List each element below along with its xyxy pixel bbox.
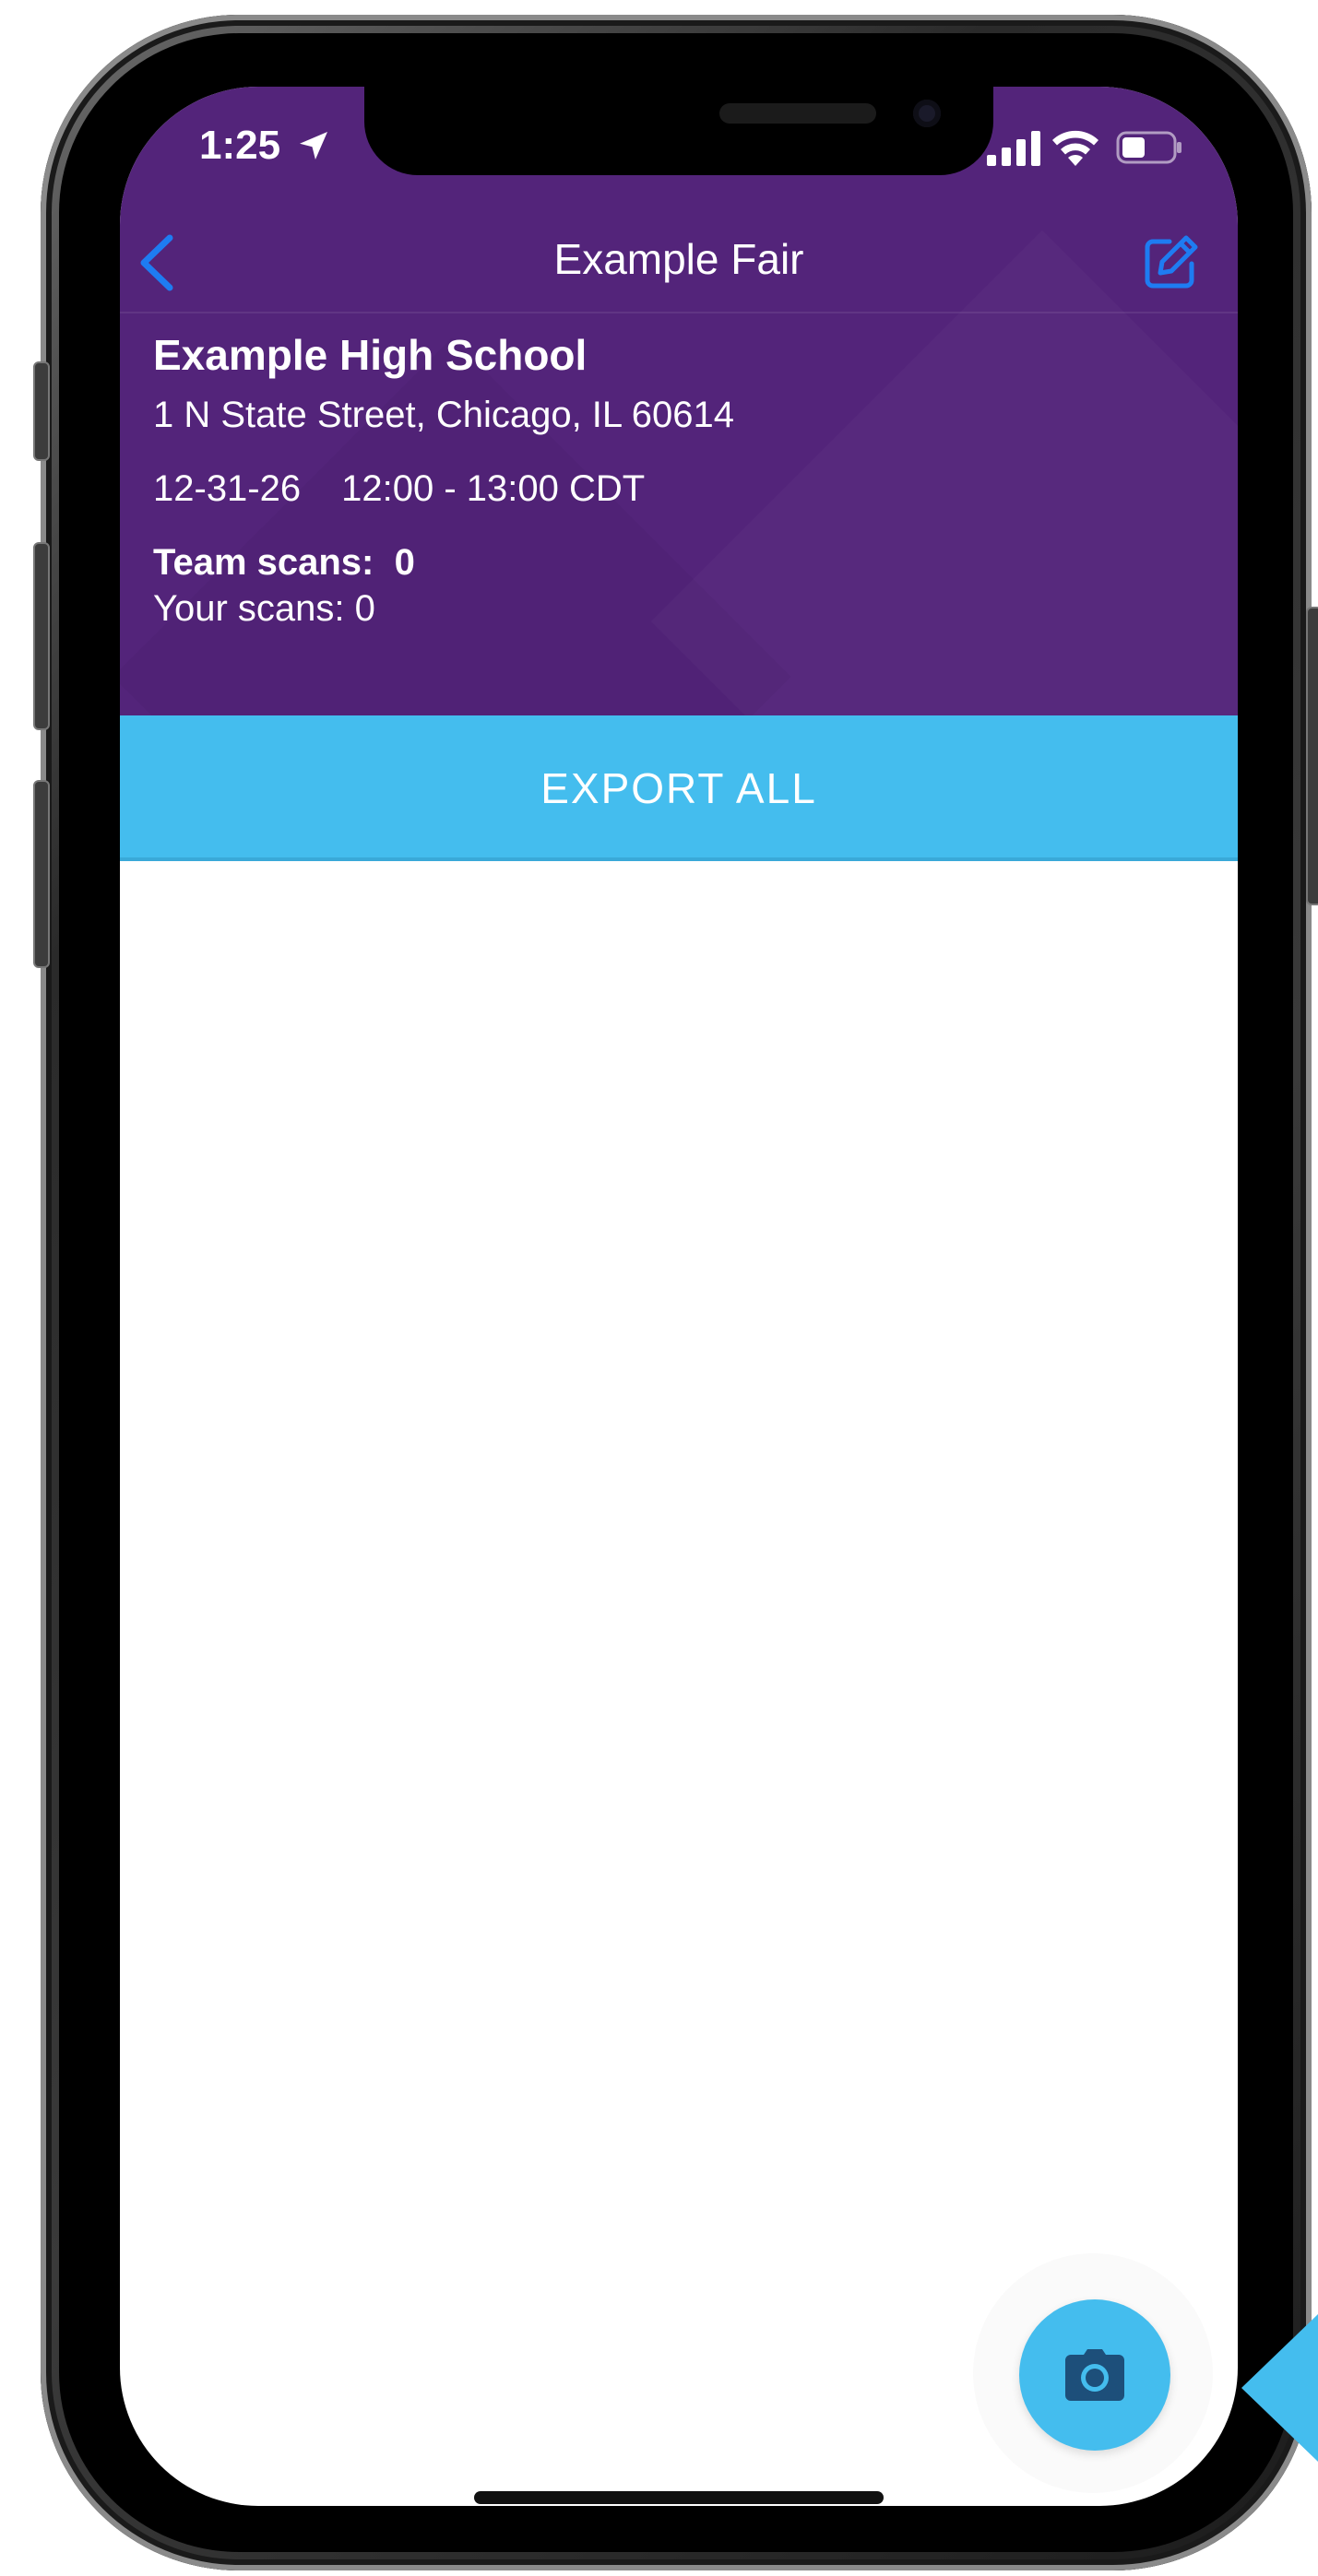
team-scans-count: Team scans: 0	[153, 542, 415, 583]
front-camera	[913, 100, 941, 127]
camera-icon	[1065, 2349, 1124, 2401]
export-all-button[interactable]: EXPORT ALL	[120, 715, 1238, 861]
event-time-range: 12:00 - 13:00 CDT	[341, 468, 646, 509]
school-name: Example High School	[153, 331, 588, 379]
power-button	[1306, 607, 1318, 905]
volume-down-button	[33, 780, 50, 968]
notch-speaker	[719, 103, 876, 124]
event-address: 1 N State Street, Chicago, IL 60614	[153, 395, 735, 435]
home-indicator	[474, 2491, 884, 2504]
device-notch	[364, 87, 993, 175]
wifi-icon	[1052, 130, 1098, 166]
event-date: 12-31-26	[153, 468, 302, 509]
volume-up-button	[33, 542, 50, 730]
edit-icon[interactable]	[1144, 234, 1199, 290]
event-header: 1:25 Example Fair Example High School 1 …	[120, 87, 1238, 715]
scan-camera-button[interactable]	[1019, 2299, 1170, 2451]
device-screenshot: 1:25 Example Fair Example High School 1 …	[0, 0, 1318, 2576]
event-datetime: 12-31-26 12:00 - 13:00 CDT	[153, 468, 645, 510]
scans-list	[120, 861, 1238, 2244]
cellular-signal-icon	[987, 131, 1040, 166]
page-title: Example Fair	[553, 235, 804, 283]
mute-switch	[33, 361, 50, 461]
your-scans-count: Your scans: 0	[153, 588, 375, 629]
location-arrow-icon	[300, 132, 327, 160]
battery-icon	[1116, 131, 1181, 164]
chevron-left-icon[interactable]	[135, 234, 179, 291]
status-time: 1:25	[199, 123, 281, 168]
navigation-bar: Example Fair	[120, 207, 1238, 313]
pointer-arrow-icon	[1241, 2314, 1318, 2462]
app-screen: 1:25 Example Fair Example High School 1 …	[120, 87, 1238, 2506]
